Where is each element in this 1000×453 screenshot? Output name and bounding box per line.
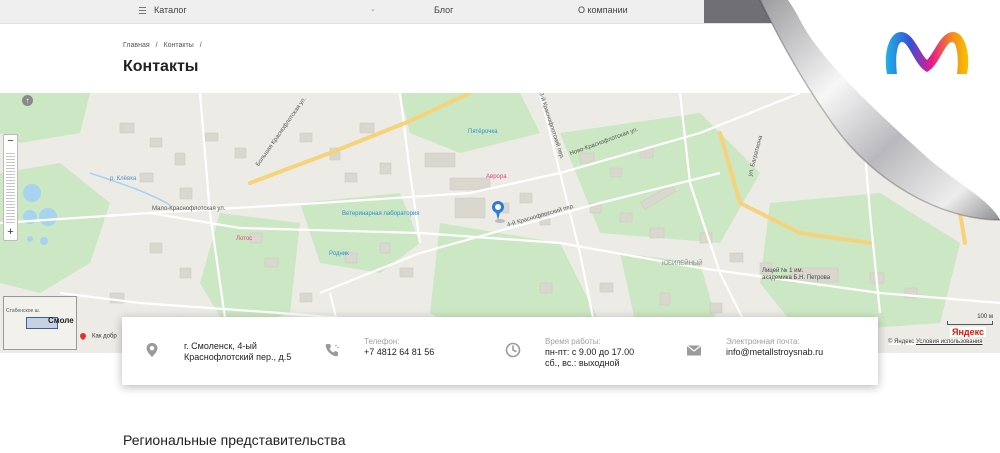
building	[179, 187, 193, 200]
building	[149, 137, 163, 148]
building	[204, 132, 219, 142]
pond	[23, 184, 41, 202]
building	[519, 192, 533, 204]
building	[539, 282, 553, 294]
street-label: р. Клёвка	[110, 176, 137, 182]
building	[234, 147, 247, 159]
contacts-card: г. Смоленск, 4-ый Краснофлотский пер., д…	[122, 317, 878, 385]
building	[449, 177, 491, 191]
building	[399, 267, 414, 278]
poi-label[interactable]: Пятёрочка	[468, 129, 497, 135]
building	[709, 302, 723, 314]
route-pin-icon	[78, 331, 88, 341]
scale-bar	[947, 321, 993, 325]
overview-minimap[interactable]: Стабенское ш. Смоле	[3, 296, 77, 350]
breadcrumb-home[interactable]: Главная	[123, 42, 150, 49]
yandex-logo[interactable]: Яндекс	[950, 327, 987, 337]
district-label: ЮБИЛЕЙНЫЙ	[662, 261, 703, 267]
park-area	[400, 93, 540, 153]
school-label[interactable]: Лицей № 1 им. академика Б.Н. Петрова	[762, 268, 832, 282]
regional-offices-heading: Региональные представительства	[123, 432, 346, 448]
building	[119, 122, 135, 134]
clock-icon	[505, 342, 521, 358]
map-scale: 100 м	[947, 314, 993, 325]
pond	[40, 237, 48, 245]
menu-icon[interactable]	[139, 7, 146, 14]
mail-icon	[686, 345, 702, 356]
building	[299, 292, 313, 303]
minimap-road-label: Стабенское ш.	[6, 308, 41, 314]
poi-label[interactable]: Лотос	[236, 236, 252, 242]
pond	[39, 208, 57, 226]
poi-label[interactable]: Ветеринарная лаборатория	[342, 211, 420, 217]
phone-label: Телефон:	[364, 337, 400, 346]
hours-weekend: сб., вс.: выходной	[545, 358, 620, 368]
zoom-control[interactable]: − +	[3, 134, 18, 241]
building	[179, 267, 192, 279]
park-area	[200, 213, 300, 333]
hours-weekdays: пн-пт: с 9.00 до 17.00	[545, 347, 635, 357]
location-pin-icon	[146, 343, 158, 357]
route-hint[interactable]: Как добр	[78, 331, 117, 341]
building	[264, 257, 279, 268]
building	[379, 242, 391, 254]
address-value: г. Смоленск, 4-ый Краснофлотский пер., д…	[184, 341, 291, 363]
map-copyright: © Яндекс Условия использования	[888, 339, 983, 345]
building	[619, 212, 633, 223]
poi-label[interactable]: Аврора	[486, 174, 507, 180]
zoom-slider-track[interactable]	[6, 151, 15, 224]
building	[649, 227, 665, 239]
poi-label[interactable]: Родник	[329, 251, 349, 257]
building	[454, 197, 486, 219]
scale-label: 100 м	[977, 314, 993, 320]
email-label: Электронная почта:	[726, 337, 800, 346]
zoom-in-button[interactable]: +	[4, 226, 17, 239]
breadcrumb: Главная / Контакты /	[123, 42, 206, 49]
building	[344, 172, 358, 183]
geolocation-icon[interactable]: ↑	[22, 95, 33, 106]
nav-item-about[interactable]: О компании	[578, 5, 628, 15]
minimap-city-label: Смоле	[48, 316, 74, 325]
copyright-text: © Яндекс	[888, 339, 915, 345]
phone-icon	[325, 344, 339, 357]
route-hint-text: Как добр	[92, 333, 117, 340]
street-label: Мало-Краснофлотская ул.	[152, 206, 226, 212]
building	[299, 132, 313, 143]
building	[579, 152, 595, 164]
address-line-2: Краснофлотский пер., д.5	[184, 352, 292, 362]
zoom-out-button[interactable]: −	[4, 135, 17, 148]
building	[174, 152, 186, 166]
hours-label: Время работы:	[545, 337, 601, 346]
building	[149, 242, 163, 254]
building	[609, 167, 623, 178]
building	[424, 152, 456, 168]
address-line-1: г. Смоленск, 4-ый	[184, 341, 257, 351]
page-title: Контакты	[123, 58, 199, 75]
hours-value: пн-пт: с 9.00 до 17.00 сб., вс.: выходно…	[545, 347, 634, 369]
building	[139, 172, 154, 183]
breadcrumb-contacts[interactable]: Контакты	[164, 42, 194, 49]
nav-item-catalog[interactable]: Каталог	[154, 5, 187, 15]
nav-item-blog[interactable]: Блог	[434, 5, 453, 15]
breadcrumb-separator: /	[199, 42, 202, 49]
building	[379, 162, 392, 175]
building	[599, 282, 614, 293]
email-value[interactable]: info@metallstroysnab.ru	[726, 347, 823, 358]
phone-value[interactable]: +7 4812 64 81 56	[364, 347, 434, 358]
building	[659, 292, 671, 306]
building	[359, 122, 375, 134]
pond	[27, 236, 33, 242]
company-logo[interactable]	[879, 26, 979, 82]
terms-link[interactable]: Условия использования	[916, 339, 983, 345]
chevron-down-icon[interactable]: ⌄	[370, 5, 376, 13]
breadcrumb-separator: /	[155, 42, 158, 49]
